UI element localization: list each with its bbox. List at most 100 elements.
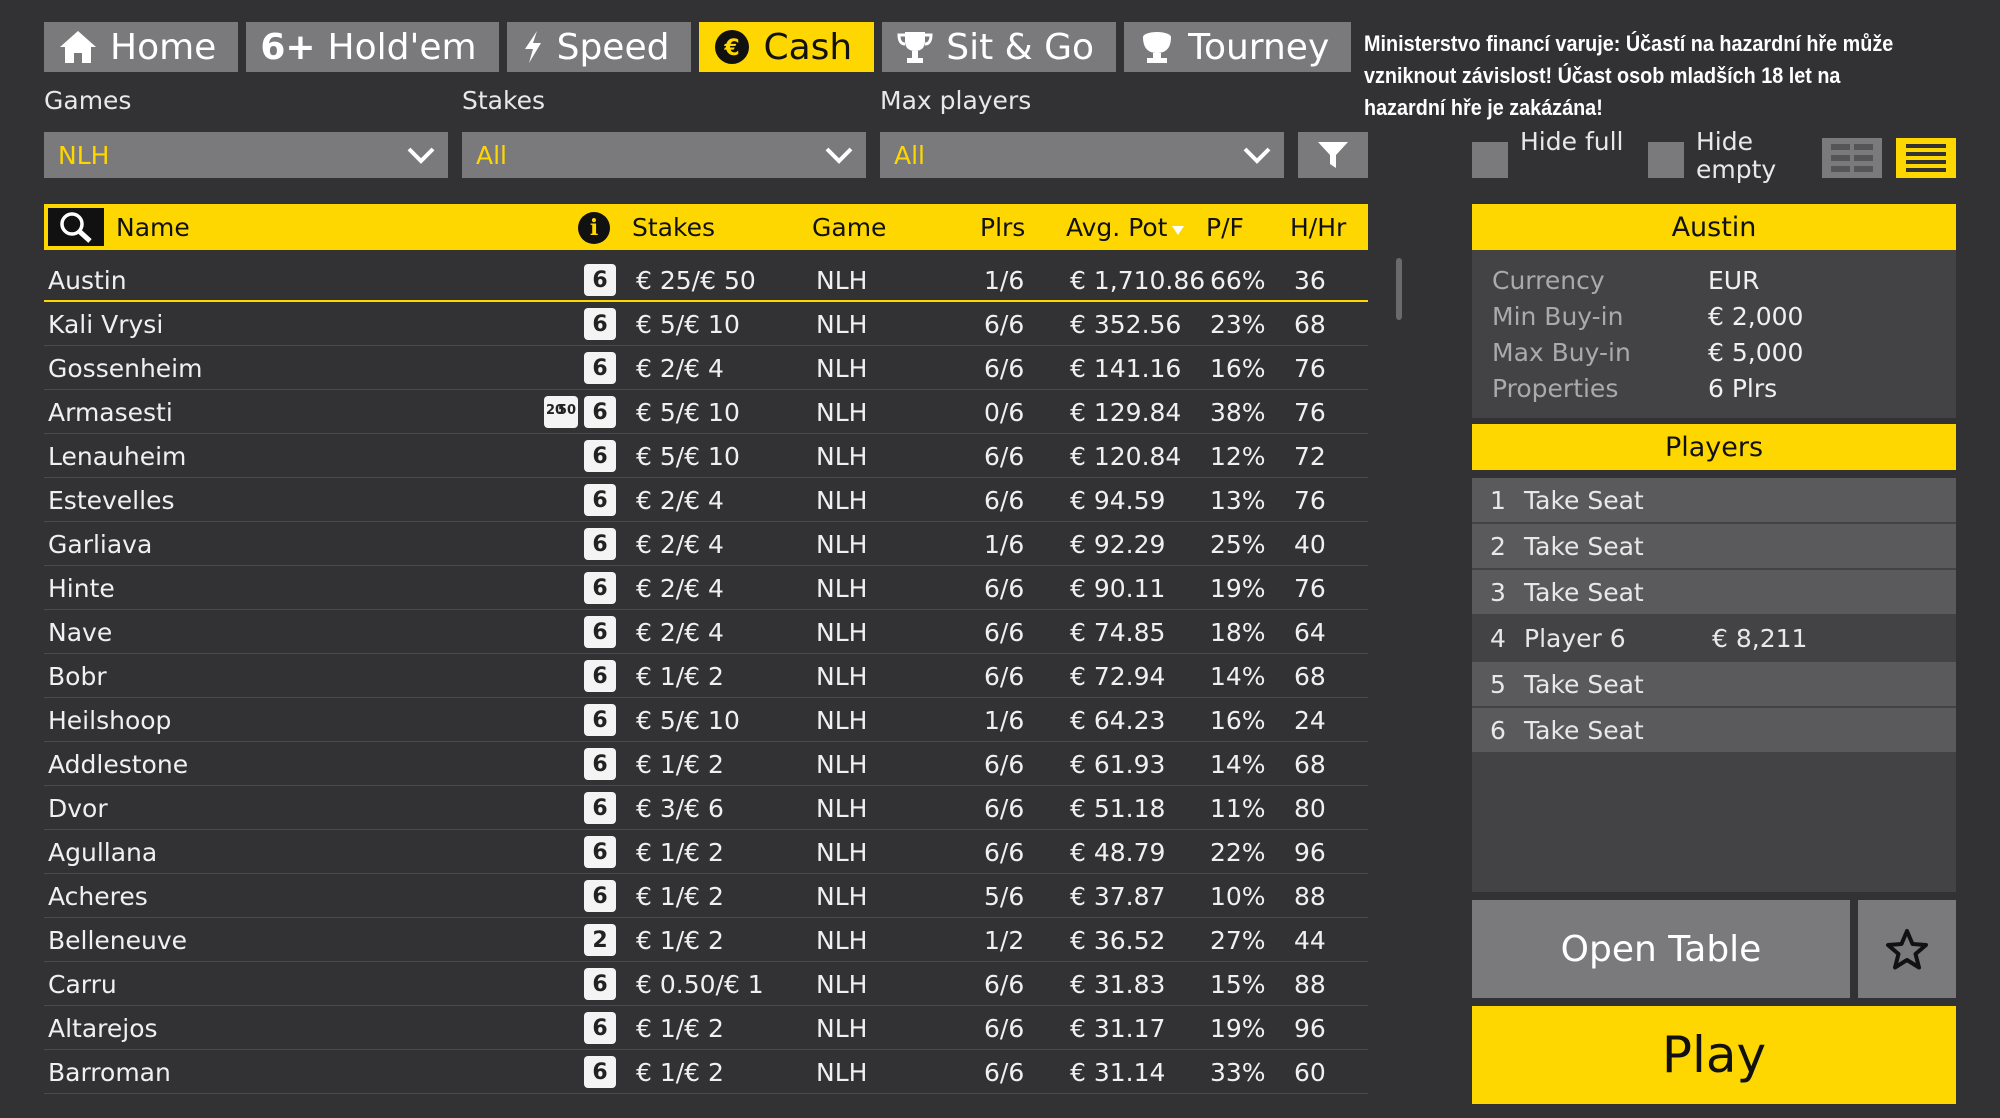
row-game: NLH — [816, 794, 868, 823]
column-game[interactable]: Game — [812, 213, 886, 242]
tab-label: Tourney — [1188, 26, 1330, 68]
row-name: Austin — [48, 266, 127, 295]
table-scrollbar[interactable] — [1396, 258, 1402, 320]
row-hhr: 68 — [1294, 750, 1326, 779]
row-hhr: 68 — [1294, 662, 1326, 691]
row-name: Nave — [48, 618, 113, 647]
row-hhr: 40 — [1294, 530, 1326, 559]
table-row[interactable]: Barroman € 1/€ 2 NLH 6/6 € 31.14 33% 60 6 — [44, 1050, 1368, 1094]
favorite-button[interactable] — [1858, 900, 1956, 998]
row-plrs: 6/6 — [984, 662, 1025, 691]
gambling-warning: Ministerstvo financí varuje: Účastí na h… — [1364, 31, 1894, 120]
hide-empty-checkbox[interactable] — [1648, 142, 1684, 178]
table-row[interactable]: Estevelles € 2/€ 4 NLH 6/6 € 94.59 13% 76 6 — [44, 478, 1368, 522]
seat-row[interactable]: 2 Take Seat — [1472, 524, 1956, 568]
seat-number: 3 — [1490, 578, 1506, 607]
table-row[interactable]: Gossenheim € 2/€ 4 NLH 6/6 € 141.16 16% 76 6 — [44, 346, 1368, 390]
grid-view-button[interactable] — [1822, 138, 1882, 178]
row-plrs: 6/6 — [984, 838, 1025, 867]
games-select[interactable]: NLH — [44, 132, 448, 178]
max-players-badge: 6 — [584, 352, 616, 384]
row-plrs: 6/6 — [984, 970, 1025, 999]
row-plrs: 6/6 — [984, 794, 1025, 823]
column-hhr[interactable]: H/Hr — [1290, 213, 1346, 242]
row-avg-pot: € 120.84 — [1070, 442, 1182, 471]
tab-cash[interactable]: € Cash — [699, 22, 875, 72]
cup-icon — [1143, 32, 1172, 63]
table-details-title: Austin — [1472, 204, 1956, 250]
row-name: Bobr — [48, 662, 107, 691]
seat-label: Player 6 — [1524, 624, 1626, 653]
detail-value: € 2,000 — [1708, 302, 1804, 331]
row-stakes: € 2/€ 4 — [636, 618, 724, 647]
table-row[interactable]: Agullana € 1/€ 2 NLH 6/6 € 48.79 22% 96 6 — [44, 830, 1368, 874]
row-game: NLH — [816, 882, 868, 911]
row-pf: 16% — [1210, 706, 1266, 735]
row-name: Garliava — [48, 530, 153, 559]
table-row[interactable]: Acheres € 1/€ 2 NLH 5/6 € 37.87 10% 88 6 — [44, 874, 1368, 918]
column-avg-pot[interactable]: Avg. Pot — [1066, 213, 1185, 242]
search-button[interactable] — [48, 208, 104, 246]
funnel-icon — [1318, 142, 1348, 168]
detail-key: Properties — [1492, 374, 1619, 403]
row-avg-pot: € 48.79 — [1070, 838, 1166, 867]
max-players-select[interactable]: All — [880, 132, 1284, 178]
tab-holdem[interactable]: 6+ Hold'em — [246, 22, 499, 72]
row-game: NLH — [816, 970, 868, 999]
open-table-button[interactable]: Open Table — [1472, 900, 1850, 998]
table-row[interactable]: Nave € 2/€ 4 NLH 6/6 € 74.85 18% 64 6 — [44, 610, 1368, 654]
tab-speed[interactable]: Speed — [506, 22, 692, 72]
detail-value: € 5,000 — [1708, 338, 1804, 367]
table-row[interactable]: Belleneuve € 1/€ 2 NLH 1/2 € 36.52 27% 44 2 — [44, 918, 1368, 962]
table-row[interactable]: Carru € 0.50/€ 1 NLH 6/6 € 31.83 15% 88 6 — [44, 962, 1368, 1006]
table-row[interactable]: Dvor € 3/€ 6 NLH 6/6 € 51.18 11% 80 6 — [44, 786, 1368, 830]
table-row[interactable]: Heilshoop € 5/€ 10 NLH 1/6 € 64.23 16% 24 6 — [44, 698, 1368, 742]
list-view-button[interactable] — [1896, 138, 1956, 178]
row-plrs: 6/6 — [984, 574, 1025, 603]
stakes-select[interactable]: All — [462, 132, 866, 178]
info-icon[interactable]: i — [578, 212, 610, 244]
detail-key: Min Buy-in — [1492, 302, 1624, 331]
chevron-down-icon — [825, 147, 853, 164]
main-tabs: Home 6+ Hold'em Speed € Cash Sit & Go To… — [44, 22, 1352, 72]
row-name: Gossenheim — [48, 354, 203, 383]
play-button[interactable]: Play — [1472, 1006, 1956, 1104]
row-pf: 15% — [1210, 970, 1266, 999]
table-row[interactable]: Garliava € 2/€ 4 NLH 1/6 € 92.29 25% 40 6 — [44, 522, 1368, 566]
trophy-icon — [897, 32, 933, 63]
seat-number: 6 — [1490, 716, 1506, 745]
seat-row[interactable]: 6 Take Seat — [1472, 708, 1956, 752]
table-row[interactable]: Addlestone € 1/€ 2 NLH 6/6 € 61.93 14% 68 6 — [44, 742, 1368, 786]
detail-value: EUR — [1708, 266, 1760, 295]
table-row[interactable]: Armasesti € 5/€ 10 NLH 0/6 € 129.84 38% 76 6 20 5… — [44, 390, 1368, 434]
filter-button[interactable] — [1298, 132, 1368, 178]
tab-sit-and-go[interactable]: Sit & Go — [882, 22, 1117, 72]
seat-number: 2 — [1490, 532, 1506, 561]
column-pf[interactable]: P/F — [1206, 213, 1244, 242]
column-stakes[interactable]: Stakes — [632, 213, 715, 242]
row-game: NLH — [816, 398, 868, 427]
seat-row[interactable]: 1 Take Seat — [1472, 478, 1956, 522]
column-name[interactable]: Name — [116, 213, 190, 242]
row-name: Belleneuve — [48, 926, 188, 955]
table-row[interactable]: Austin € 25/€ 50 NLH 1/6 € 1,710.86 66% 36 6 — [44, 258, 1368, 302]
table-row[interactable]: Bobr € 1/€ 2 NLH 6/6 € 72.94 14% 68 6 — [44, 654, 1368, 698]
tab-home[interactable]: Home — [44, 22, 239, 72]
tab-tourney[interactable]: Tourney — [1124, 22, 1352, 72]
row-game: NLH — [816, 750, 868, 779]
row-hhr: 36 — [1294, 266, 1326, 295]
table-row[interactable]: Hinte € 2/€ 4 NLH 6/6 € 90.11 19% 76 6 — [44, 566, 1368, 610]
seat-row[interactable]: 5 Take Seat — [1472, 662, 1956, 706]
hide-full-checkbox[interactable] — [1472, 142, 1508, 178]
home-icon — [60, 31, 96, 63]
table-row[interactable]: Altarejos € 1/€ 2 NLH 6/6 € 31.17 19% 96 6 — [44, 1006, 1368, 1050]
row-hhr: 24 — [1294, 706, 1326, 735]
row-stakes: € 1/€ 2 — [636, 1014, 724, 1043]
table-row[interactable]: Kali Vrysi € 5/€ 10 NLH 6/6 € 352.56 23% 68 6 — [44, 302, 1368, 346]
seat-row[interactable]: 4 Player 6 € 8,211 — [1472, 616, 1956, 660]
row-stakes: € 5/€ 10 — [636, 706, 740, 735]
seat-row[interactable]: 3 Take Seat — [1472, 570, 1956, 614]
column-plrs[interactable]: Plrs — [980, 213, 1025, 242]
table-row[interactable]: Lenauheim € 5/€ 10 NLH 6/6 € 120.84 12% 72 6 — [44, 434, 1368, 478]
row-plrs: 5/6 — [984, 882, 1025, 911]
